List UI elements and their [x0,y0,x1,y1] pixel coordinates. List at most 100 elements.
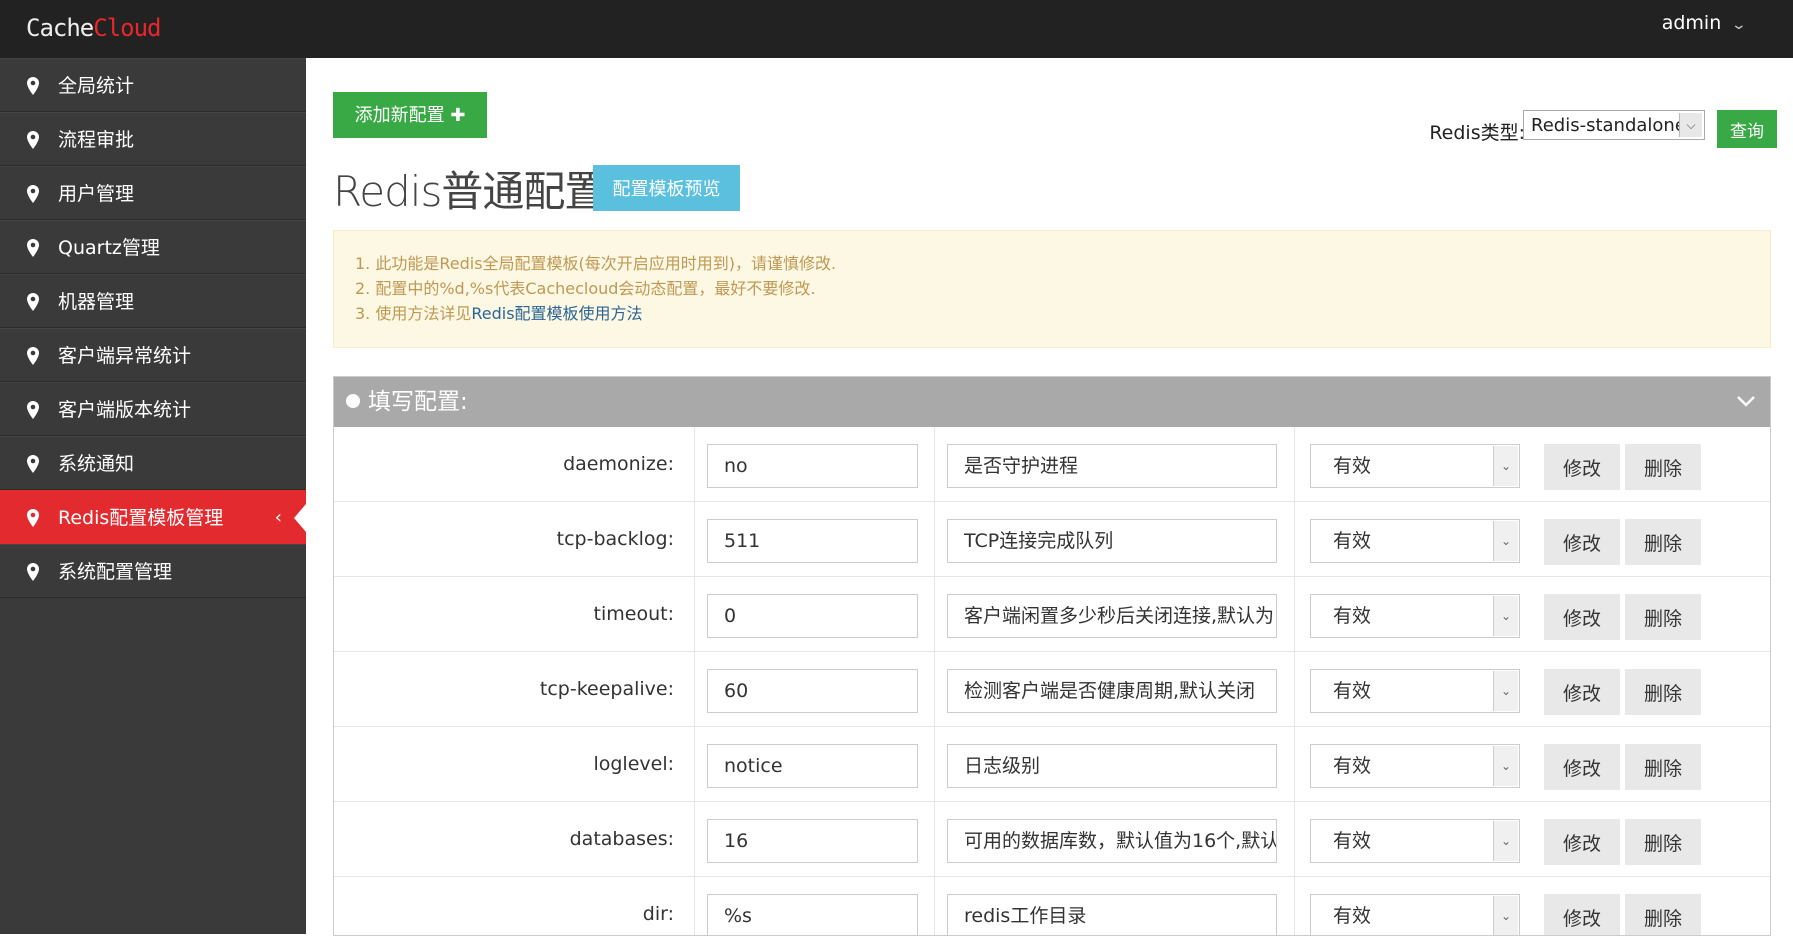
config-desc-cell: 是否守护进程 [934,427,1295,501]
config-key: dir: [642,903,674,925]
config-row: loglevel: notice 日志级别 有效 ⌄ 修改 删除 [334,727,1770,802]
config-value-input[interactable]: 16 [707,819,918,863]
config-value-input[interactable]: 0 [707,594,918,638]
sidebar-item-label: 机器管理 [58,291,135,313]
config-desc-input[interactable]: 可用的数据库数，默认值为16个,默认 [947,819,1277,863]
config-row: dir: %s redis工作目录 有效 ⌄ 修改 删除 [334,877,1770,935]
config-desc-cell: 日志级别 [934,727,1295,801]
config-key-cell: dir: [334,877,695,935]
edit-button[interactable]: 修改 [1544,744,1620,790]
config-rows: daemonize: no 是否守护进程 有效 ⌄ 修改 删除 tcp-backlog: 511… [334,427,1770,935]
edit-button[interactable]: 修改 [1544,519,1620,565]
sidebar-item[interactable]: 系统通知 [0,436,306,490]
config-status-select[interactable]: 有效 ⌄ [1310,819,1520,863]
edit-button[interactable]: 修改 [1544,819,1620,865]
chevron-left-icon: ‹ [274,507,282,528]
config-status-value: 有效 [1333,680,1372,702]
config-value-cell: notice [694,727,935,801]
config-value-input[interactable]: 511 [707,519,918,563]
main-content: 添加新配置 ✚ Redis类型: Redis-standalone ⌵ 查询 R… [306,58,1793,936]
config-value-input[interactable]: 60 [707,669,918,713]
logo[interactable]: CacheCloud [26,14,162,42]
config-status-value: 有效 [1333,455,1372,477]
map-marker-icon [27,185,39,203]
edit-button[interactable]: 修改 [1544,444,1620,490]
chevron-down-icon: ⌄ [1493,896,1518,935]
sidebar-item-label: 系统配置管理 [58,561,173,583]
sidebar-item[interactable]: Redis配置模板管理 ‹ [0,490,306,544]
chevron-down-icon: ⌄ [1493,596,1518,636]
logo-text-cache: Cache [26,14,94,42]
sidebar-item-label: 系统通知 [58,453,135,475]
config-desc-input[interactable]: redis工作目录 [947,894,1277,935]
sidebar-item[interactable]: 流程审批 [0,112,306,166]
config-status-select[interactable]: 有效 ⌄ [1310,519,1520,563]
config-status-select[interactable]: 有效 ⌄ [1310,669,1520,713]
add-config-button[interactable]: 添加新配置 ✚ [333,92,487,138]
delete-button[interactable]: 删除 [1625,669,1701,715]
config-key-cell: loglevel: [334,727,695,801]
config-desc-input[interactable]: 日志级别 [947,744,1277,788]
sidebar-item[interactable]: Quartz管理 [0,220,306,274]
template-usage-link[interactable]: Redis配置模板使用方法 [471,304,642,323]
sidebar-item[interactable]: 系统配置管理 [0,544,306,598]
edit-button[interactable]: 修改 [1544,669,1620,715]
delete-button[interactable]: 删除 [1625,594,1701,640]
sidebar-item-label: 用户管理 [58,183,135,205]
edit-button[interactable]: 修改 [1544,594,1620,640]
sidebar-item[interactable]: 机器管理 [0,274,306,328]
sidebar-item[interactable]: 全局统计 [0,58,306,112]
sidebar-item[interactable]: 用户管理 [0,166,306,220]
panel-title: 填写配置: [368,389,468,415]
chevron-down-icon: ⌄ [1730,17,1748,33]
config-key-cell: daemonize: [334,427,695,501]
edit-button[interactable]: 修改 [1544,894,1620,935]
sidebar-item[interactable]: 客户端异常统计 [0,328,306,382]
chevron-down-icon: ⌄ [1493,521,1518,561]
query-button[interactable]: 查询 [1717,110,1777,148]
sidebar-item[interactable]: 客户端版本统计 [0,382,306,436]
redis-type-label: Redis类型: [1429,122,1525,144]
config-value-input[interactable]: notice [707,744,918,788]
config-key: tcp-backlog: [556,528,674,550]
sidebar-item-label: 客户端版本统计 [58,399,192,421]
map-marker-icon [27,77,39,95]
config-value-cell: 16 [694,802,935,876]
config-value-input[interactable]: no [707,444,918,488]
config-desc-input[interactable]: 检测客户端是否健康周期,默认关闭 [947,669,1277,713]
config-desc-input[interactable]: TCP连接完成队列 [947,519,1277,563]
delete-button[interactable]: 删除 [1625,819,1701,865]
config-key-cell: tcp-backlog: [334,502,695,576]
user-menu[interactable]: admin ⌄ [1661,12,1748,34]
notice-line-2: 2. 配置中的%d,%s代表Cachecloud会动态配置，最好不要修改. [355,279,816,298]
user-name: admin [1661,12,1722,34]
config-value-cell: %s [694,877,935,935]
config-value-cell: 0 [694,577,935,651]
template-preview-button[interactable]: 配置模板预览 [593,165,740,211]
config-row: daemonize: no 是否守护进程 有效 ⌄ 修改 删除 [334,427,1770,502]
config-desc-input[interactable]: 客户端闲置多少秒后关闭连接,默认为 [947,594,1277,638]
config-value-input[interactable]: %s [707,894,918,935]
chevron-down-icon: ⌄ [1493,446,1518,486]
chevron-down-icon: ⌵ [1679,113,1702,137]
config-key-cell: databases: [334,802,695,876]
map-marker-icon [27,239,39,257]
config-status-select[interactable]: 有效 ⌄ [1310,444,1520,488]
config-status-select[interactable]: 有效 ⌄ [1310,594,1520,638]
config-status-select[interactable]: 有效 ⌄ [1310,744,1520,788]
config-desc-input[interactable]: 是否守护进程 [947,444,1277,488]
chevron-down-icon[interactable] [1736,392,1756,410]
delete-button[interactable]: 删除 [1625,894,1701,935]
delete-button[interactable]: 删除 [1625,444,1701,490]
config-desc-cell: 检测客户端是否健康周期,默认关闭 [934,652,1295,726]
active-indicator [294,504,306,532]
delete-button[interactable]: 删除 [1625,519,1701,565]
config-key: databases: [569,828,674,850]
config-value-cell: 511 [694,502,935,576]
delete-button[interactable]: 删除 [1625,744,1701,790]
map-marker-icon [27,509,39,527]
redis-type-select[interactable]: Redis-standalone ⌵ [1523,110,1705,140]
redis-type-filter: Redis类型: Redis-standalone ⌵ 查询 [1429,110,1777,148]
notice-line-3: 3. 使用方法详见Redis配置模板使用方法 [355,301,1749,326]
config-status-select[interactable]: 有效 ⌄ [1310,894,1520,935]
